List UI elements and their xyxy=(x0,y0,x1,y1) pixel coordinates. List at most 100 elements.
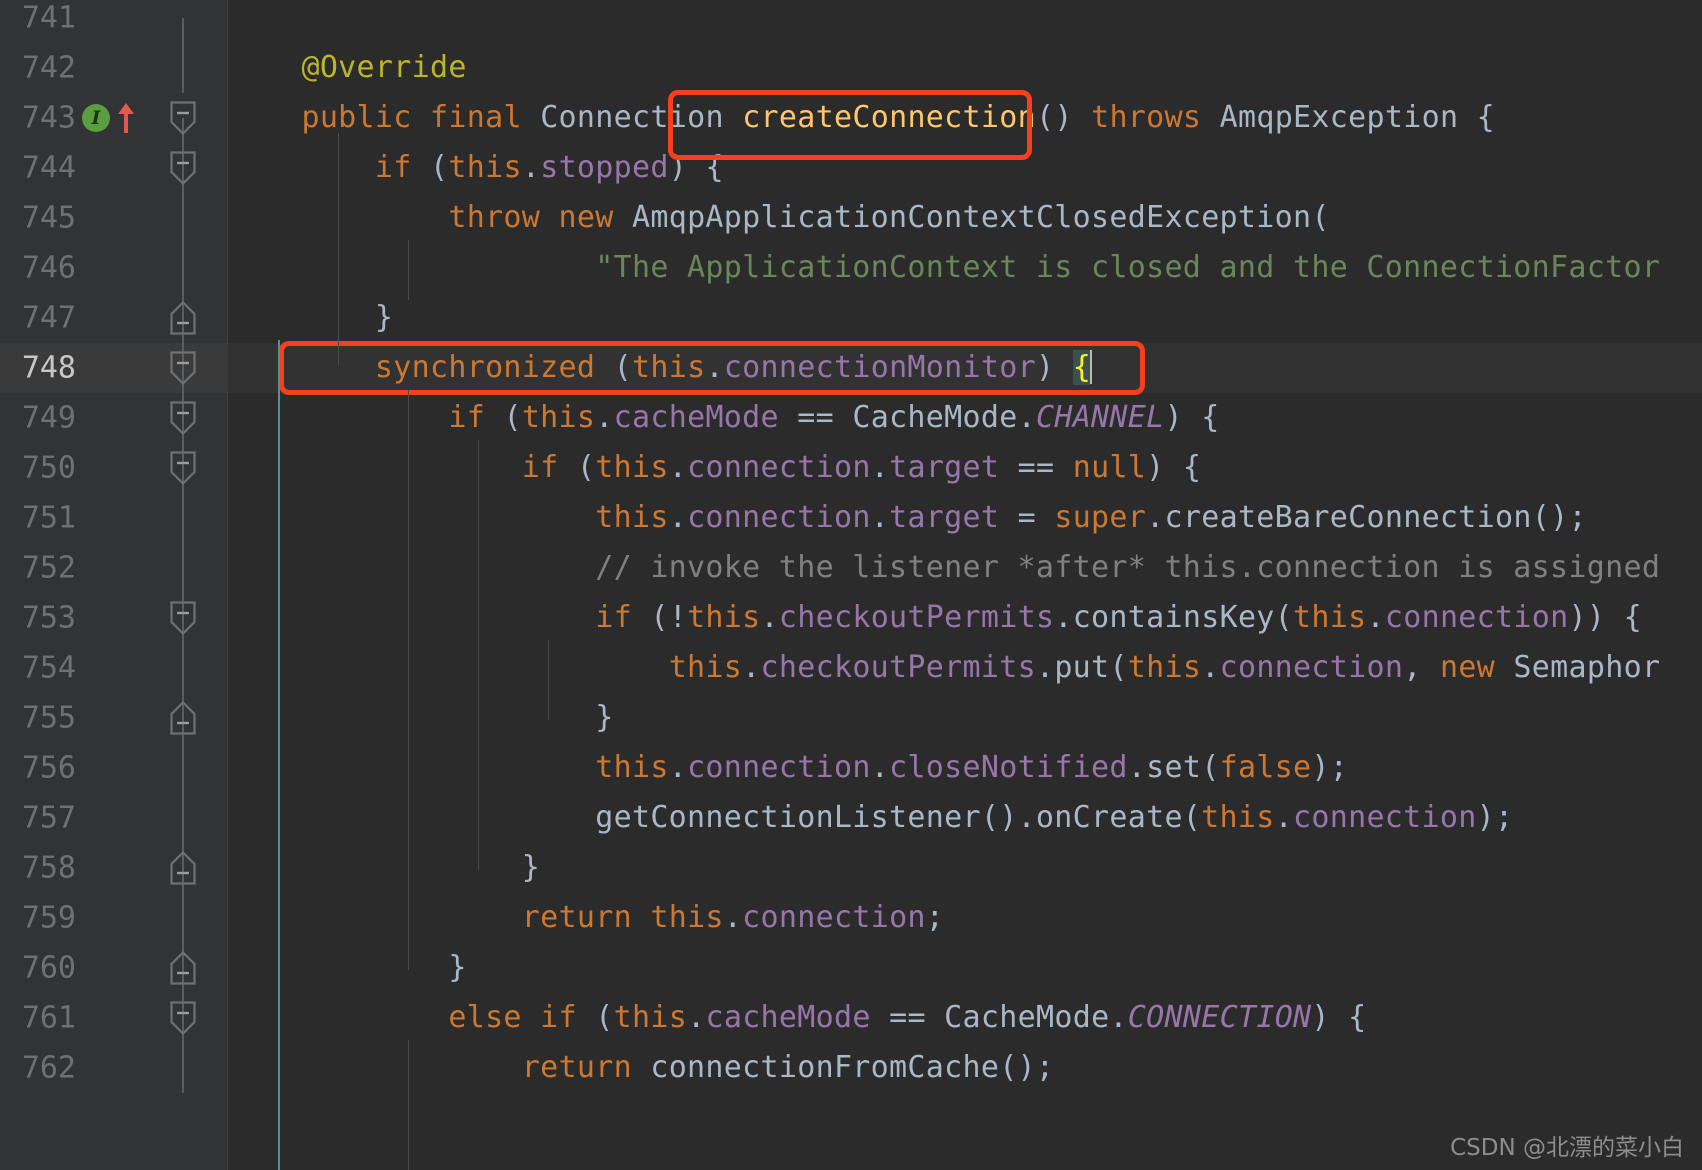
code-line-row[interactable]: 760 } xyxy=(0,943,1702,993)
code-line-text[interactable]: return this.connection; xyxy=(228,893,944,943)
code-token: CHANNEL xyxy=(1035,400,1165,435)
code-line-row[interactable]: 749 if (this.cacheMode == CacheMode.CHAN… xyxy=(0,393,1702,443)
code-line-row[interactable]: 745 throw new AmqpApplicationContextClos… xyxy=(0,193,1702,243)
code-line-row[interactable]: 753 if (!this.checkoutPermits.containsKe… xyxy=(0,593,1702,643)
code-line-row[interactable]: 755 } xyxy=(0,693,1702,743)
code-line-text[interactable]: synchronized (this.connectionMonitor) { xyxy=(228,343,1093,393)
code-line-row[interactable]: 757 getConnectionListener().onCreate(thi… xyxy=(0,793,1702,843)
code-line-text[interactable]: } xyxy=(228,293,393,343)
gutter-cell[interactable]: 756 xyxy=(0,743,228,793)
gutter-cell[interactable]: 741 xyxy=(0,0,228,43)
code-token: ) { xyxy=(1146,450,1202,485)
code-line-text[interactable]: if (this.connection.target == null) { xyxy=(228,443,1201,493)
code-line-row[interactable]: 746 "The ApplicationContext is closed an… xyxy=(0,243,1702,293)
code-token: } xyxy=(228,700,614,735)
code-token: connection xyxy=(687,500,871,535)
code-line-text[interactable]: // invoke the listener *after* this.conn… xyxy=(228,543,1660,593)
code-line-text[interactable]: "The ApplicationContext is closed and th… xyxy=(228,243,1660,293)
code-token: return xyxy=(521,1050,632,1085)
gutter-cell[interactable]: 759 xyxy=(0,893,228,943)
code-token: null xyxy=(1072,450,1147,485)
fold-end-icon[interactable] xyxy=(170,300,196,335)
gutter-cell[interactable]: 746 xyxy=(0,243,228,293)
code-line-row[interactable]: 744 if (this.stopped) { xyxy=(0,143,1702,193)
gutter-cell[interactable]: 758 xyxy=(0,843,228,893)
fold-end-icon[interactable] xyxy=(170,950,196,985)
gutter-cell[interactable]: 757 xyxy=(0,793,228,843)
code-line-text[interactable]: return connectionFromCache(); xyxy=(228,1043,1054,1093)
gutter-cell[interactable]: 761 xyxy=(0,993,228,1043)
implementation-marker-icon[interactable]: I xyxy=(82,104,110,132)
code-line-text[interactable]: } xyxy=(228,693,614,743)
fold-collapse-icon[interactable] xyxy=(170,401,196,436)
code-token: , xyxy=(1403,650,1440,685)
fold-collapse-icon[interactable] xyxy=(170,351,196,386)
code-token: ) { xyxy=(1164,400,1220,435)
gutter-cell[interactable]: 754 xyxy=(0,643,228,693)
code-line-row[interactable]: 759 return this.connection; xyxy=(0,893,1702,943)
code-token: . xyxy=(668,750,688,785)
code-line-text[interactable]: else if (this.cacheMode == CacheMode.CON… xyxy=(228,993,1367,1043)
code-line-row[interactable]: 752 // invoke the listener *after* this.… xyxy=(0,543,1702,593)
override-arrow-icon[interactable] xyxy=(116,102,136,134)
code-line-row[interactable]: 754 this.checkoutPermits.put(this.connec… xyxy=(0,643,1702,693)
line-number: 758 xyxy=(21,850,76,886)
fold-collapse-icon[interactable] xyxy=(170,601,196,636)
code-line-text[interactable]: getConnectionListener().onCreate(this.co… xyxy=(228,793,1513,843)
code-line-text[interactable]: public final Connection createConnection… xyxy=(228,93,1495,143)
gutter-cell[interactable]: 750 xyxy=(0,443,228,493)
code-line-text[interactable]: } xyxy=(228,843,540,893)
gutter-cell[interactable]: 760 xyxy=(0,943,228,993)
code-line-text[interactable]: if (this.cacheMode == CacheMode.CHANNEL)… xyxy=(228,393,1220,443)
gutter-cell[interactable]: 753 xyxy=(0,593,228,643)
gutter-cell[interactable]: 744 xyxy=(0,143,228,193)
gutter-cell[interactable]: 755 xyxy=(0,693,228,743)
code-line-row[interactable]: 762 return connectionFromCache(); xyxy=(0,1043,1702,1093)
code-line-text[interactable]: if (!this.checkoutPermits.containsKey(th… xyxy=(228,593,1642,643)
gutter-cell[interactable]: 749 xyxy=(0,393,228,443)
gutter-cell[interactable]: 742 xyxy=(0,43,228,93)
fold-collapse-icon[interactable] xyxy=(170,151,196,186)
code-line-row[interactable]: 741 xyxy=(0,0,1702,43)
code-line-row[interactable]: 747 } xyxy=(0,293,1702,343)
gutter-cell[interactable]: 762 xyxy=(0,1043,228,1093)
code-line-text[interactable]: @Override xyxy=(228,43,467,93)
code-line-text[interactable]: } xyxy=(228,943,467,993)
gutter-cell[interactable]: 743 I xyxy=(0,93,228,143)
code-line-row[interactable]: 751 this.connection.target = super.creat… xyxy=(0,493,1702,543)
line-number: 749 xyxy=(21,400,76,436)
code-token: (! xyxy=(631,600,688,635)
code-token: ); xyxy=(1311,750,1349,785)
code-line-row[interactable]: 756 this.connection.closeNotified.set(fa… xyxy=(0,743,1702,793)
fold-end-icon[interactable] xyxy=(170,700,196,735)
fold-end-icon[interactable] xyxy=(170,850,196,885)
code-token: cacheMode xyxy=(705,1000,871,1035)
line-number: 753 xyxy=(21,600,76,636)
code-line-row[interactable]: 742 @Override xyxy=(0,43,1702,93)
code-line-row[interactable]: 761 else if (this.cacheMode == CacheMode… xyxy=(0,993,1702,1043)
gutter-cell[interactable]: 751 xyxy=(0,493,228,543)
gutter-cell[interactable]: 748 xyxy=(0,343,228,393)
gutter-cell[interactable]: 747 xyxy=(0,293,228,343)
code-line-text[interactable]: this.connection.closeNotified.set(false)… xyxy=(228,743,1348,793)
fold-collapse-icon[interactable] xyxy=(170,1001,196,1036)
fold-collapse-icon[interactable] xyxy=(170,451,196,486)
code-token: connectionFromCache(); xyxy=(631,1050,1055,1085)
fold-collapse-icon[interactable] xyxy=(170,101,196,136)
gutter-cell[interactable]: 752 xyxy=(0,543,228,593)
code-editor[interactable]: 741 742 @Override 743 I public final Connec… xyxy=(0,0,1702,1170)
gutter-cell[interactable]: 745 xyxy=(0,193,228,243)
code-line-row[interactable]: 750 if (this.connection.target == null) … xyxy=(0,443,1702,493)
code-token: this xyxy=(668,650,743,685)
code-line-text[interactable]: this.checkoutPermits.put(this.connection… xyxy=(228,643,1660,693)
code-line-text[interactable]: throw new AmqpApplicationContextClosedEx… xyxy=(228,193,1330,243)
code-line-row[interactable]: 743 I public final Connection createConne… xyxy=(0,93,1702,143)
code-line-row[interactable]: 748 synchronized (this.connectionMonitor… xyxy=(0,343,1702,393)
code-line-text[interactable]: if (this.stopped) { xyxy=(228,143,724,193)
code-line-row[interactable]: 758 } xyxy=(0,843,1702,893)
code-line-text[interactable]: this.connection.target = super.createBar… xyxy=(228,493,1587,543)
